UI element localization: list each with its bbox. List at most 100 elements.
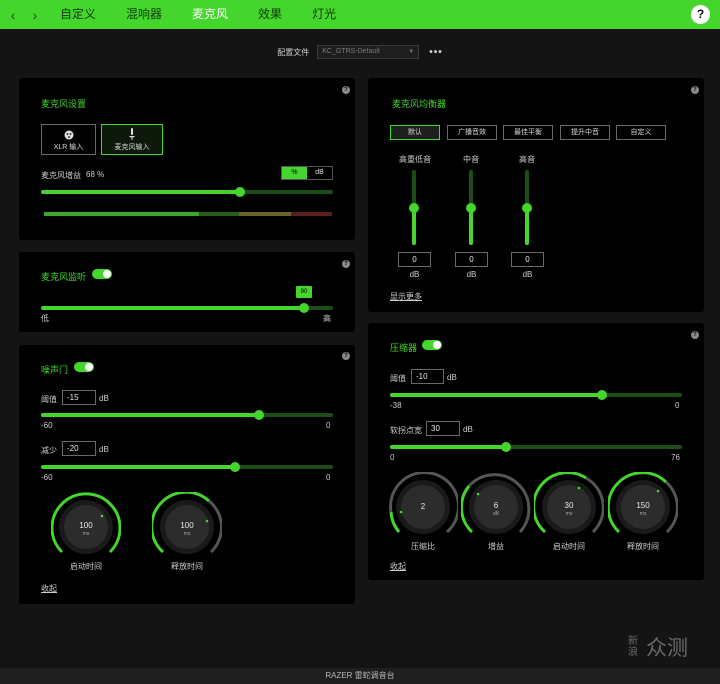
help-icon[interactable]: ? — [342, 260, 350, 268]
more-options-icon[interactable]: ••• — [429, 47, 443, 58]
ng-reduction-unit: dB — [99, 445, 109, 454]
comp-threshold-label: 阈值 — [390, 374, 406, 383]
watermark-small-text: 新浪 — [628, 636, 638, 658]
eq-preset-default[interactable]: 默认 — [390, 125, 440, 140]
tab-mixer[interactable]: 混响器 — [126, 0, 162, 29]
ng-threshold-slider[interactable] — [41, 410, 333, 420]
comp-release-knob[interactable]: 150 ms — [606, 471, 679, 542]
ng-reduction-input[interactable]: -20 — [62, 441, 96, 456]
comp-knee-fill — [390, 445, 506, 449]
eq-band-treble-thumb[interactable] — [522, 203, 532, 213]
comp-threshold-slider[interactable] — [390, 390, 682, 400]
eq-preset-mid-boost[interactable]: 提升中音 — [560, 125, 610, 140]
eq-show-more-link[interactable]: 显示更多 — [390, 291, 422, 302]
unit-db-option[interactable]: dB — [307, 167, 332, 179]
help-icon[interactable]: ? — [691, 5, 710, 24]
noise-gate-toggle[interactable] — [74, 362, 94, 372]
tab-microphone[interactable]: 麦克风 — [192, 0, 228, 29]
comp-release-label: 释放时间 — [627, 542, 659, 551]
eq-band-mid-input[interactable]: 0 — [455, 252, 488, 267]
noise-gate-panel: ? 噪声门 阈值 -15 dB -60 0 减少 -20 dB -60 0 10… — [19, 345, 355, 604]
equalizer-panel: ? 麦克风均衡器 默认 广播音效 最佳平衡 提升中音 自定义 高重低音 0 dB… — [368, 78, 704, 312]
eq-band-bass-slider[interactable] — [409, 170, 419, 245]
help-icon[interactable]: ? — [342, 86, 350, 94]
ng-threshold-max: 0 — [326, 421, 331, 430]
comp-release-value: 150 — [636, 501, 650, 510]
forward-arrow-icon[interactable]: › — [24, 7, 46, 23]
help-icon[interactable]: ? — [342, 352, 350, 360]
ng-release-value: 100 — [180, 521, 194, 530]
ng-reduction-thumb[interactable] — [230, 462, 240, 472]
comp-attack-knob[interactable]: 30 ms — [532, 471, 605, 542]
xlr-icon — [64, 130, 73, 140]
eq-band-treble-label: 高音 — [519, 155, 535, 164]
eq-preset-custom[interactable]: 自定义 — [616, 125, 666, 140]
ng-threshold-unit: dB — [99, 394, 109, 403]
help-icon[interactable]: ? — [691, 86, 699, 94]
comp-gain-unit: dB — [492, 511, 500, 517]
comp-knee-thumb[interactable] — [501, 442, 511, 452]
gain-slider[interactable] — [41, 187, 333, 197]
monitor-value-badge: 90 — [296, 286, 312, 298]
eq-preset-balanced[interactable]: 最佳平衡 — [503, 125, 553, 140]
ng-reduction-label: 减少 — [41, 446, 57, 455]
eq-band-mid-slider[interactable] — [466, 170, 476, 245]
monitor-slider-thumb[interactable] — [299, 303, 309, 313]
comp-threshold-thumb[interactable] — [597, 390, 607, 400]
chevron-down-icon: ▼ — [408, 49, 415, 55]
ng-release-knob[interactable]: 100 ms — [150, 490, 224, 562]
profile-label: 配置文件 — [277, 47, 310, 57]
profile-dropdown[interactable]: KC_GTRS-Default ▼ — [317, 45, 420, 59]
ng-threshold-input[interactable]: -15 — [62, 390, 96, 405]
level-meter-low — [199, 212, 239, 216]
ng-threshold-thumb[interactable] — [254, 410, 264, 420]
comp-threshold-max: 0 — [675, 401, 680, 410]
comp-ratio-knob[interactable]: 2 — [388, 471, 461, 542]
unit-percent-option[interactable]: % — [282, 167, 307, 179]
ng-threshold-label: 阈值 — [41, 395, 57, 404]
eq-band-bass-unit: dB — [409, 270, 420, 279]
comp-threshold-fill — [390, 393, 602, 397]
back-arrow-icon[interactable]: ‹ — [2, 7, 24, 23]
eq-band-treble-input[interactable]: 0 — [511, 252, 544, 267]
comp-gain-knob[interactable]: 6 dB — [459, 472, 531, 542]
xlr-input-button[interactable]: XLR 输入 — [41, 124, 96, 155]
gain-slider-thumb[interactable] — [235, 187, 245, 197]
tab-lighting[interactable]: 灯光 — [312, 0, 336, 29]
ng-reduction-max: 0 — [326, 473, 331, 482]
comp-collapse-link[interactable]: 收起 — [390, 561, 406, 572]
eq-band-bass-input[interactable]: 0 — [398, 252, 431, 267]
eq-band-bass-thumb[interactable] — [409, 203, 419, 213]
comp-knee-slider[interactable] — [390, 442, 682, 452]
monitor-low-label: 低 — [41, 314, 49, 323]
ng-collapse-link[interactable]: 收起 — [41, 583, 57, 594]
eq-band-mid-thumb[interactable] — [466, 203, 476, 213]
compressor-toggle[interactable] — [422, 340, 442, 350]
monitor-toggle[interactable] — [92, 269, 112, 279]
comp-ratio-label: 压缩比 — [411, 542, 435, 551]
monitor-slider[interactable] — [41, 303, 333, 313]
comp-knee-unit: dB — [463, 425, 473, 434]
tab-custom[interactable]: 自定义 — [60, 0, 96, 29]
ng-attack-knob[interactable]: 100 ms — [50, 492, 122, 562]
ng-reduction-fill — [41, 465, 235, 469]
profile-value: KC_GTRS-Default — [322, 48, 380, 55]
eq-band-mid-label: 中音 — [463, 155, 479, 164]
comp-release-unit: ms — [639, 511, 647, 517]
help-icon[interactable]: ? — [691, 331, 699, 339]
watermark: 新浪 众测 — [628, 632, 688, 662]
comp-attack-value: 30 — [564, 501, 574, 510]
comp-knee-input[interactable]: 30 — [426, 421, 460, 436]
gain-label: 麦克风增益 — [41, 171, 81, 180]
eq-band-treble-slider[interactable] — [522, 170, 532, 245]
mic-input-button[interactable]: 麦克风输入 — [101, 124, 163, 155]
ng-reduction-slider[interactable] — [41, 462, 333, 472]
xlr-input-label: XLR 输入 — [53, 144, 84, 151]
ng-attack-value: 100 — [79, 521, 93, 530]
level-meter-yellow — [239, 212, 291, 216]
eq-preset-broadcast[interactable]: 广播音效 — [447, 125, 497, 140]
tab-effects[interactable]: 效果 — [258, 0, 282, 29]
top-nav-bar: ‹ › 自定义 混响器 麦克风 效果 灯光 ? — [0, 0, 720, 29]
comp-threshold-input[interactable]: -10 — [411, 369, 444, 384]
ng-reduction-min: -60 — [41, 473, 53, 482]
